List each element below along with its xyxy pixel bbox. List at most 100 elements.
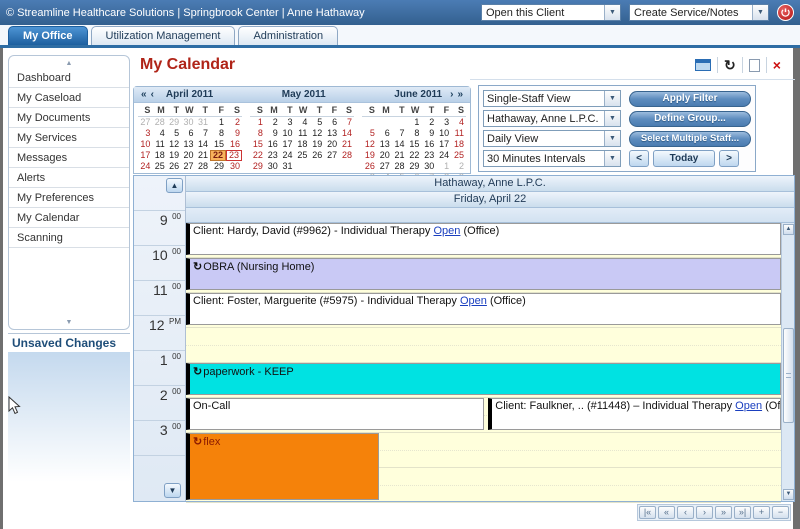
appointment[interactable]: ↻paperwork - KEEP	[186, 363, 781, 395]
chevron-down-icon[interactable]: ▼	[604, 111, 620, 126]
mini-day-cell[interactable]: 29	[167, 117, 181, 128]
popup-window-icon[interactable]	[695, 59, 711, 71]
fast-forward-button[interactable]: »	[715, 506, 732, 519]
appointment[interactable]: Client: Hardy, David (#9962) - Individua…	[186, 223, 781, 255]
next-month-icon[interactable]: ›	[448, 89, 455, 100]
mini-day-cell[interactable]: 23	[265, 150, 280, 161]
vertical-scrollbar[interactable]: ▲ ▼	[781, 223, 794, 501]
mini-day-cell[interactable]: 21	[196, 150, 210, 161]
mini-day-cell[interactable]: 31	[280, 161, 295, 172]
mini-day-cell[interactable]: 14	[392, 139, 407, 150]
sidebar-item-my-documents[interactable]: My Documents	[9, 108, 129, 128]
open-link[interactable]: Open	[434, 225, 461, 237]
mini-day-cell[interactable]: 26	[167, 161, 181, 172]
mini-day-cell[interactable]: 15	[250, 139, 265, 150]
mini-day-cell[interactable]: 3	[138, 128, 152, 139]
mini-day-cell[interactable]: 16	[421, 139, 436, 150]
mini-day-cell[interactable]: 24	[280, 150, 295, 161]
mini-month[interactable]: SMTWTFS123456789101112131415161718192021…	[250, 105, 354, 183]
mini-day-cell[interactable]: 12	[362, 139, 377, 150]
mini-day-cell[interactable]: 15	[210, 139, 226, 150]
mini-day-cell[interactable]: 17	[138, 150, 152, 161]
mini-day-cell[interactable]: 21	[392, 150, 407, 161]
mini-day-cell[interactable]: 23	[421, 150, 436, 161]
mini-day-cell[interactable]: 5	[309, 117, 324, 128]
define-group-button[interactable]: Define Group...	[629, 111, 751, 127]
mini-day-cell[interactable]: 2	[421, 117, 436, 128]
mini-day-cell[interactable]: 12	[167, 139, 181, 150]
mini-day-cell[interactable]: 14	[339, 128, 354, 139]
mini-day-cell[interactable]: 9	[265, 128, 280, 139]
mini-day-cell[interactable]: 27	[181, 161, 195, 172]
mini-day-cell[interactable]: 7	[196, 128, 210, 139]
mini-day-cell[interactable]: 26	[309, 150, 324, 161]
mini-day-cell[interactable]: 19	[309, 139, 324, 150]
mini-day-cell[interactable]: 19	[362, 150, 377, 161]
mini-day-cell[interactable]: 19	[167, 150, 181, 161]
mini-day-cell[interactable]: 2	[451, 161, 466, 172]
mini-day-cell[interactable]: 5	[362, 128, 377, 139]
scrollbar-down-icon[interactable]: ▼	[783, 489, 794, 500]
mini-day-cell[interactable]: 25	[152, 161, 166, 172]
mini-day-cell[interactable]: 25	[451, 150, 466, 161]
mini-day-cell[interactable]: 8	[250, 128, 265, 139]
today-button[interactable]: Today	[653, 150, 715, 167]
mini-day-cell[interactable]: 7	[339, 117, 354, 128]
mini-day-cell[interactable]: 31	[196, 117, 210, 128]
mini-day-cell[interactable]: 20	[324, 139, 339, 150]
mini-day-cell[interactable]: 30	[421, 161, 436, 172]
mini-day-cell[interactable]: 18	[152, 150, 166, 161]
mini-day-cell[interactable]: 9	[226, 128, 242, 139]
grid-scroll-down-icon[interactable]: ▼	[164, 483, 181, 498]
create-service-dropdown[interactable]: Create Service/Notes ▼	[629, 4, 769, 21]
mini-day-cell[interactable]: 29	[210, 161, 226, 172]
new-document-icon[interactable]	[749, 59, 760, 72]
mini-day-cell[interactable]: 11	[451, 128, 466, 139]
mini-day-cell[interactable]: 16	[265, 139, 280, 150]
tab-administration[interactable]: Administration	[238, 26, 338, 45]
sidebar-item-scanning[interactable]: Scanning	[9, 228, 129, 248]
period-view-dropdown[interactable]: Daily View ▼	[483, 130, 621, 147]
mini-day-cell[interactable]: 9	[421, 128, 436, 139]
fast-back-button[interactable]: «	[658, 506, 675, 519]
mini-day-cell[interactable]: 3	[280, 117, 295, 128]
mini-day-cell[interactable]: 20	[181, 150, 195, 161]
sidebar-item-my-calendar[interactable]: My Calendar	[9, 208, 129, 228]
mini-day-cell[interactable]: 6	[181, 128, 195, 139]
chevron-down-icon[interactable]: ▼	[604, 5, 620, 20]
tab-my-office[interactable]: My Office	[8, 26, 88, 45]
prev-page-button[interactable]: ‹	[677, 506, 694, 519]
mini-day-cell[interactable]: 22	[210, 150, 226, 161]
next-day-button[interactable]: >	[719, 150, 739, 167]
mini-day-cell[interactable]: 30	[265, 161, 280, 172]
sidebar-item-my-caseload[interactable]: My Caseload	[9, 88, 129, 108]
sidebar-item-dashboard[interactable]: Dashboard	[9, 68, 129, 88]
mini-day-cell[interactable]: 10	[280, 128, 295, 139]
mini-day-cell[interactable]: 2	[226, 117, 242, 128]
mini-day-cell[interactable]: 30	[181, 117, 195, 128]
mini-day-cell[interactable]: 1	[250, 117, 265, 128]
mini-day-cell[interactable]: 22	[407, 150, 422, 161]
mini-day-cell[interactable]: 28	[339, 150, 354, 161]
apply-filter-button[interactable]: Apply Filter	[629, 91, 751, 107]
mini-day-cell[interactable]: 28	[196, 161, 210, 172]
fast-prev-month-icon[interactable]: «	[139, 89, 149, 100]
fast-next-month-icon[interactable]: »	[455, 89, 465, 100]
mini-day-cell[interactable]: 5	[167, 128, 181, 139]
sidebar-item-my-preferences[interactable]: My Preferences	[9, 188, 129, 208]
appointment[interactable]: On-Call	[186, 398, 484, 430]
mini-month[interactable]: SMTWTFS272829303112345678910111213141516…	[138, 105, 242, 183]
view-mode-dropdown[interactable]: Single-Staff View ▼	[483, 90, 621, 107]
refresh-icon[interactable]: ↻	[724, 58, 736, 72]
mini-day-cell[interactable]: 16	[226, 139, 242, 150]
mini-day-cell[interactable]: 15	[407, 139, 422, 150]
mini-day-cell[interactable]: 13	[181, 139, 195, 150]
mini-day-cell[interactable]: 1	[436, 161, 451, 172]
mini-day-cell[interactable]: 21	[339, 139, 354, 150]
mini-day-cell[interactable]: 20	[377, 150, 392, 161]
open-client-dropdown[interactable]: Open this Client ▼	[481, 4, 621, 21]
mini-day-cell[interactable]: 23	[226, 150, 242, 161]
mini-day-cell[interactable]: 29	[407, 161, 422, 172]
mini-day-cell[interactable]: 6	[324, 117, 339, 128]
mini-day-cell[interactable]: 13	[377, 139, 392, 150]
